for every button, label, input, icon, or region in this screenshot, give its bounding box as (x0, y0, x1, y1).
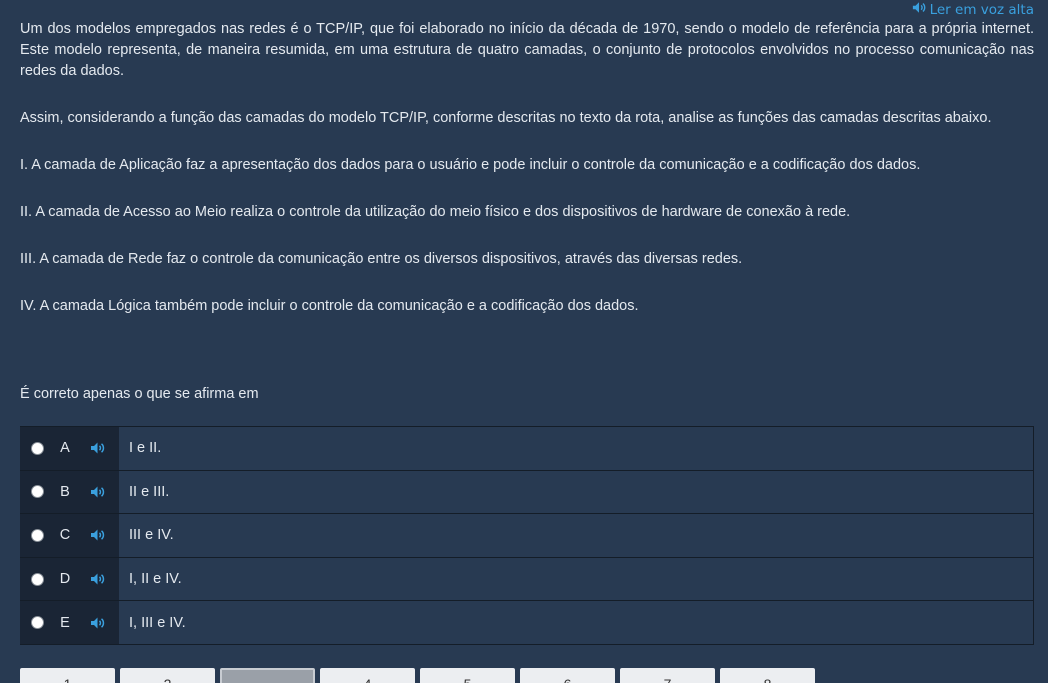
option-text[interactable]: III e IV. (119, 514, 1034, 557)
read-aloud-label: Ler em voz alta (929, 1, 1034, 18)
statement-2: II. A camada de Acesso ao Meio realiza o… (20, 203, 851, 220)
page-button-1[interactable]: 1 (20, 668, 115, 683)
option-controls: A (20, 427, 119, 470)
speaker-icon[interactable] (90, 573, 106, 585)
page-button-2[interactable]: 2 (120, 668, 215, 683)
option-letter: B (60, 483, 70, 500)
question-line: É correto apenas o que se afirma em (20, 385, 259, 402)
option-c[interactable]: C III e IV. (20, 514, 1034, 558)
speaker-icon[interactable] (90, 486, 106, 498)
option-radio[interactable] (31, 528, 44, 542)
option-letter: A (60, 440, 70, 457)
statement-1: I. A camada de Aplicação faz a apresenta… (20, 156, 921, 173)
option-radio[interactable] (31, 441, 44, 455)
option-a[interactable]: A I e II. (20, 427, 1034, 471)
page-button-8[interactable]: 8 (720, 668, 815, 683)
option-b[interactable]: B II e III. (20, 470, 1034, 515)
option-text[interactable]: II e III. (119, 470, 1034, 514)
question-text: Um dos modelos empregados nas redes é o … (20, 19, 1034, 404)
option-d[interactable]: D I, II e IV. (20, 557, 1034, 602)
speaker-icon[interactable] (90, 442, 106, 454)
option-text[interactable]: I, II e IV. (119, 557, 1034, 601)
statement-3: III. A camada de Rede faz o controle da … (20, 250, 743, 267)
read-aloud-button[interactable]: Ler em voz alta (912, 1, 1034, 18)
speaker-icon[interactable] (90, 529, 106, 541)
option-radio[interactable] (31, 616, 44, 630)
option-letter: D (59, 571, 71, 588)
question-pagination: 1 2 3 4 5 6 7 8 (20, 668, 815, 683)
answer-options: A I e II. B II e III. C III e IV. D I, I… (20, 426, 1034, 645)
option-radio[interactable] (31, 572, 44, 586)
option-letter: E (60, 614, 70, 631)
page-button-7[interactable]: 7 (620, 668, 715, 683)
option-controls: B (20, 470, 119, 514)
speaker-icon[interactable] (90, 617, 106, 629)
page-button-3-current[interactable]: 3 (220, 668, 315, 683)
page-button-6[interactable]: 6 (520, 668, 615, 683)
option-radio[interactable] (31, 485, 44, 499)
option-text[interactable]: I e II. (119, 427, 1034, 470)
option-controls: D (20, 557, 119, 601)
page-button-4[interactable]: 4 (320, 668, 415, 683)
speaker-icon (912, 1, 926, 18)
option-controls: C (20, 514, 119, 557)
option-letter: C (59, 527, 71, 544)
option-text[interactable]: I, III e IV. (119, 601, 1034, 644)
question-intro: Um dos modelos empregados nas redes é o … (20, 21, 1034, 79)
statement-4: IV. A camada Lógica também pode incluir … (20, 297, 639, 314)
option-e[interactable]: E I, III e IV. (20, 601, 1034, 645)
question-prompt: Assim, considerando a função das camadas… (20, 109, 992, 126)
page-button-5[interactable]: 5 (420, 668, 515, 683)
option-controls: E (20, 601, 119, 644)
